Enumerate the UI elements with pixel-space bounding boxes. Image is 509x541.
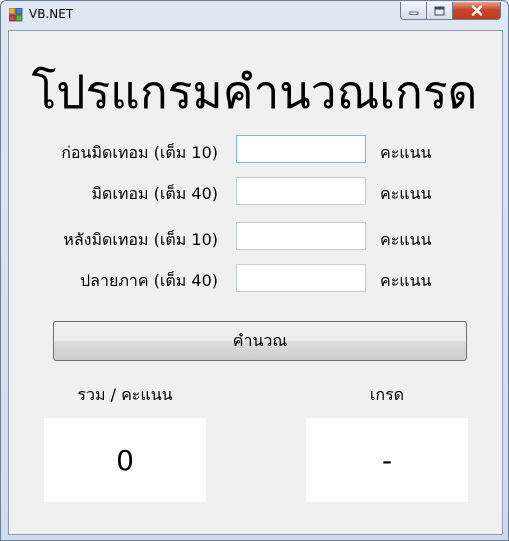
unit-pre-midterm: คะแนน <box>380 143 432 162</box>
close-icon <box>471 5 482 16</box>
total-label: รวม / คะแนน <box>77 385 173 404</box>
title-bar[interactable]: VB.NET <box>1 1 508 29</box>
app-icon <box>9 8 23 22</box>
maximize-button[interactable] <box>427 2 453 20</box>
label-post-midterm: หลังมิดเทอม (เต็ม 10) <box>63 230 218 249</box>
total-value: 0 <box>44 418 206 502</box>
window-title: VB.NET <box>29 7 74 21</box>
grade-value: - <box>306 418 468 502</box>
label-midterm: มิดเทอม (เต็ม 40) <box>91 184 218 203</box>
label-pre-midterm: ก่อนมิดเทอม (เต็ม 10) <box>61 143 218 162</box>
unit-midterm: คะแนน <box>380 184 432 203</box>
post-midterm-input[interactable] <box>236 222 366 250</box>
midterm-input[interactable] <box>236 177 366 205</box>
calculate-button[interactable]: คำนวณ <box>53 321 467 361</box>
minimize-icon <box>409 11 418 15</box>
unit-final: คะแนน <box>380 271 432 290</box>
minimize-button[interactable] <box>400 2 427 20</box>
maximize-icon <box>434 6 445 15</box>
close-button[interactable] <box>453 2 501 20</box>
pre-midterm-input[interactable] <box>236 135 366 163</box>
label-final: ปลายภาค (เต็ม 40) <box>80 271 218 290</box>
grade-label: เกรด <box>369 385 405 404</box>
page-title: โปรแกรมคำนวณเกรด <box>31 65 478 119</box>
unit-post-midterm: คะแนน <box>380 230 432 249</box>
final-input[interactable] <box>236 264 366 292</box>
